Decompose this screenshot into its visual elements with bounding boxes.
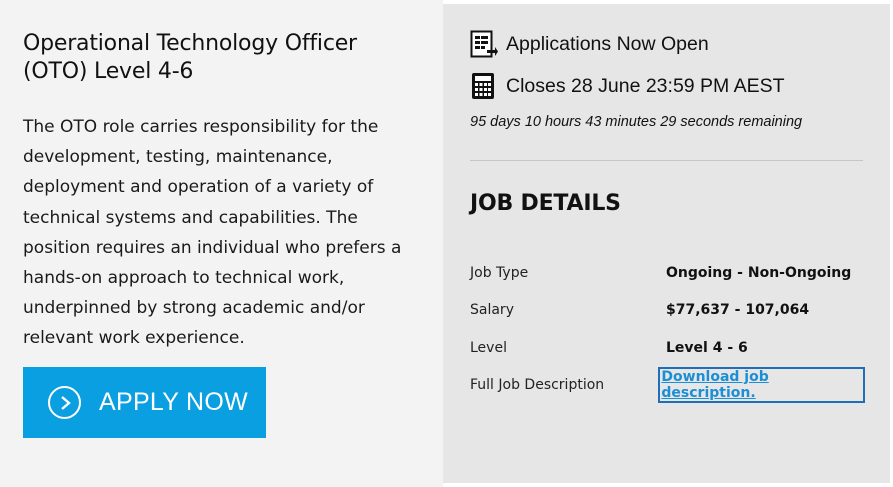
job-description: The OTO role carries responsibility for … bbox=[23, 117, 402, 349]
detail-row-level: Level Level 4 - 6 bbox=[470, 329, 863, 367]
job-summary-panel: Operational Technology Officer (OTO) Lev… bbox=[0, 0, 443, 487]
applications-open-text: Applications Now Open bbox=[506, 32, 709, 55]
detail-value: $77,637 - 107,064 bbox=[666, 302, 810, 319]
time-remaining: 95 days 10 hours 43 minutes 29 seconds r… bbox=[470, 114, 803, 130]
download-job-description-link[interactable]: Download job description. bbox=[658, 367, 865, 404]
chevron-right-circle-icon bbox=[48, 386, 81, 419]
apply-now-label: APPLY NOW bbox=[99, 388, 249, 416]
closing-date-row: Closes 28 June 23:59 PM AEST bbox=[470, 72, 863, 100]
detail-value: Ongoing - Non-Ongoing bbox=[666, 264, 852, 281]
detail-label: Full Job Description bbox=[470, 377, 605, 394]
detail-value: Level 4 - 6 bbox=[666, 339, 748, 356]
detail-label: Salary bbox=[470, 302, 514, 319]
closing-date-text: Closes 28 June 23:59 PM AEST bbox=[506, 74, 785, 97]
detail-label: Job Type bbox=[470, 264, 529, 281]
job-details-panel: Applications Now Open Closes 28 June 23:… bbox=[443, 4, 890, 483]
job-title: Operational Technology Officer (OTO) Lev… bbox=[23, 31, 357, 84]
detail-row-salary: Salary $77,637 - 107,064 bbox=[470, 292, 863, 330]
detail-label: Level bbox=[470, 339, 507, 356]
applications-open-row: Applications Now Open bbox=[470, 30, 863, 58]
calculator-icon bbox=[470, 72, 498, 100]
detail-row-full-description: Full Job Description Download job descri… bbox=[470, 367, 865, 405]
apply-now-button[interactable]: APPLY NOW bbox=[23, 367, 266, 438]
job-details-list: Job Type Ongoing - Non-Ongoing Salary $7… bbox=[470, 254, 865, 405]
document-arrow-icon bbox=[470, 30, 498, 58]
detail-row-job-type: Job Type Ongoing - Non-Ongoing bbox=[470, 254, 863, 292]
divider bbox=[470, 160, 863, 161]
job-listing: Operational Technology Officer (OTO) Lev… bbox=[0, 0, 893, 487]
job-details-heading: JOB DETAILS bbox=[470, 191, 621, 216]
